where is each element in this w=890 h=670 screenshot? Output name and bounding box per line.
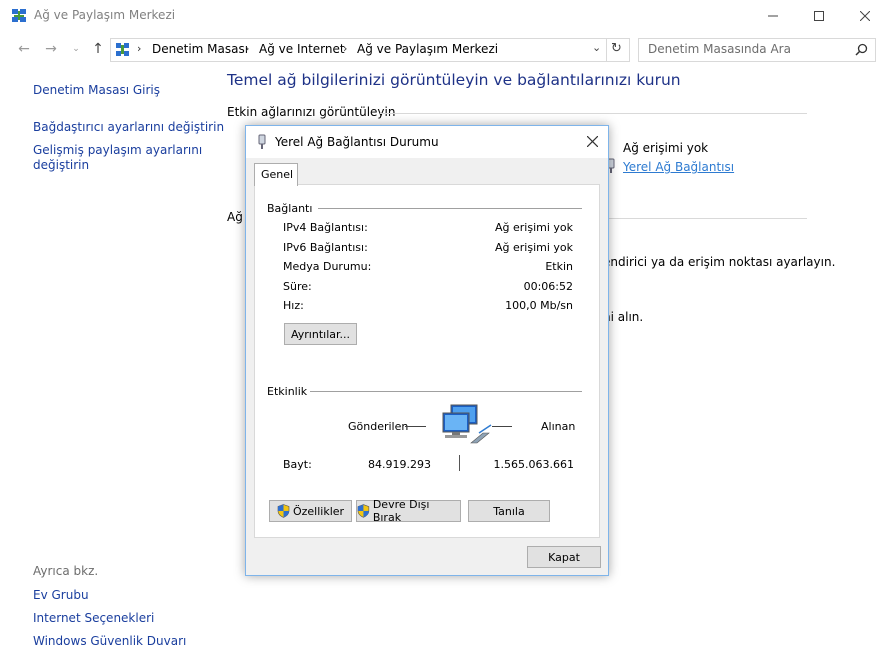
title-bar: Ağ ve Paylaşım Merkezi [0,0,890,32]
maximize-icon [814,11,824,21]
received-line [492,426,512,427]
divider [318,208,582,209]
recent-chevron-icon[interactable]: ⌄ [66,40,86,58]
disable-button[interactable]: Devre Dışı Bırak [356,498,461,524]
back-arrow-icon[interactable]: ← [14,40,34,58]
breadcrumb-separator-icon: › [245,42,250,55]
uac-shield-icon [277,504,290,518]
sidebar-home-link[interactable]: Denetim Masası Giriş [33,82,160,98]
see-also-firewall-link[interactable]: Windows Güvenlik Duvarı [33,633,186,649]
ipv4-value: Ağ erişimi yok [494,221,573,234]
disable-button-label: Devre Dışı Bırak [372,498,430,524]
breadcrumb-separator-icon: › [137,42,142,55]
sidebar-adapter-settings-link[interactable]: Bağdaştırıcı ayarlarını değiştirin [33,119,224,135]
properties-button[interactable]: Özellikler [269,500,352,522]
breadcrumb-network-center[interactable]: Ağ ve Paylaşım Merkezi [357,42,498,56]
divider [310,391,582,392]
speed-label: Hız: [283,299,304,312]
diagnose-button-label: Tanıla [493,504,525,518]
activity-group-heading: Etkinlik [267,385,308,398]
troubleshoot-text: ni alın. [603,310,644,324]
see-also-internet-options-link[interactable]: Internet Seçenekleri [33,610,154,626]
connection-link[interactable]: Yerel Ağ Bağlantısı [623,160,734,174]
tab-general[interactable]: Genel [254,163,298,186]
details-button-label: Ayrıntılar... [290,327,350,341]
search-icon[interactable] [855,43,868,56]
sent-line [405,426,426,427]
ethernet-icon [258,134,266,149]
minimize-button[interactable] [750,0,796,32]
duration-label: Süre: [283,280,312,293]
diagnose-button[interactable]: Tanıla [468,500,550,522]
speed-value: 100,0 Mb/sn [505,299,573,312]
search-box[interactable]: Denetim Masasında Ara [638,38,876,62]
media-state-value: Etkin [545,260,573,273]
properties-button-label: Özellikler [292,504,345,518]
sent-label: Gönderilen [348,420,409,433]
search-input[interactable]: Denetim Masasında Ara [648,42,791,56]
network-center-icon [12,9,26,22]
close-dialog-button[interactable]: Kapat [527,546,601,568]
ipv6-value: Ağ erişimi yok [494,241,573,254]
duration-value: 00:06:52 [523,280,573,293]
refresh-icon[interactable]: ↻ [611,41,622,56]
connection-status-dialog: Yerel Ağ Bağlantısı Durumu Genel Bağlant… [245,125,609,576]
forward-arrow-icon[interactable]: → [41,40,61,58]
minimize-icon [768,15,778,17]
details-button[interactable]: Ayrıntılar... [284,323,357,345]
access-type-value: Ağ erişimi yok [623,141,709,155]
dialog-title: Yerel Ağ Bağlantısı Durumu [275,135,439,149]
close-icon [860,11,870,21]
bytes-divider [459,455,460,471]
up-arrow-icon[interactable]: ↑ [88,40,108,58]
bytes-received-value: 1.565.063.661 [493,458,574,471]
close-icon[interactable] [587,136,598,147]
window-title: Ağ ve Paylaşım Merkezi [34,8,176,22]
address-bar[interactable]: › Denetim Masası › Ağ ve Internet › Ağ v… [110,38,630,62]
setup-connection-text: endirici ya da erişim noktası ayarlayın. [603,255,836,269]
breadcrumb-separator-icon: › [343,42,348,55]
page-title: Temel ağ bilgilerinizi görüntüleyin ve b… [227,71,681,89]
sidebar-advanced-sharing-link-cont[interactable]: değiştirin [33,157,89,173]
bytes-label: Bayt: [283,458,312,471]
bytes-sent-value: 84.919.293 [368,458,431,471]
uac-shield-icon [357,504,370,518]
see-also-homegroup-link[interactable]: Ev Grubu [33,587,89,603]
divider [380,113,807,114]
address-dropdown-icon[interactable]: ⌄ [592,41,601,54]
breadcrumb-control-panel[interactable]: Denetim Masası [152,42,248,56]
tab-panel: Bağlantı IPv4 Bağlantısı: Ağ erişimi yok… [254,184,600,538]
connection-group-heading: Bağlantı [267,202,313,215]
network-computers-icon [442,404,492,444]
divider [600,218,807,219]
tab-general-label: Genel [261,168,294,181]
active-networks-heading: Etkin ağlarınızı görüntüleyin [227,105,396,119]
maximize-button[interactable] [796,0,842,32]
see-also-heading: Ayrıca bkz. [33,564,99,578]
change-settings-heading: Ağ [227,210,243,224]
received-label: Alınan [541,420,576,433]
ipv4-label: IPv4 Bağlantısı: [283,221,368,234]
close-window-button[interactable] [842,0,888,32]
breadcrumb-network-internet[interactable]: Ağ ve Internet [259,42,345,56]
media-state-label: Medya Durumu: [283,260,372,273]
network-center-icon [116,43,129,56]
ipv6-label: IPv6 Bağlantısı: [283,241,368,254]
close-dialog-button-label: Kapat [548,550,580,564]
dialog-title-bar: Yerel Ağ Bağlantısı Durumu [246,126,608,158]
sidebar-advanced-sharing-link[interactable]: Gelişmiş paylaşım ayarlarını [33,142,202,158]
